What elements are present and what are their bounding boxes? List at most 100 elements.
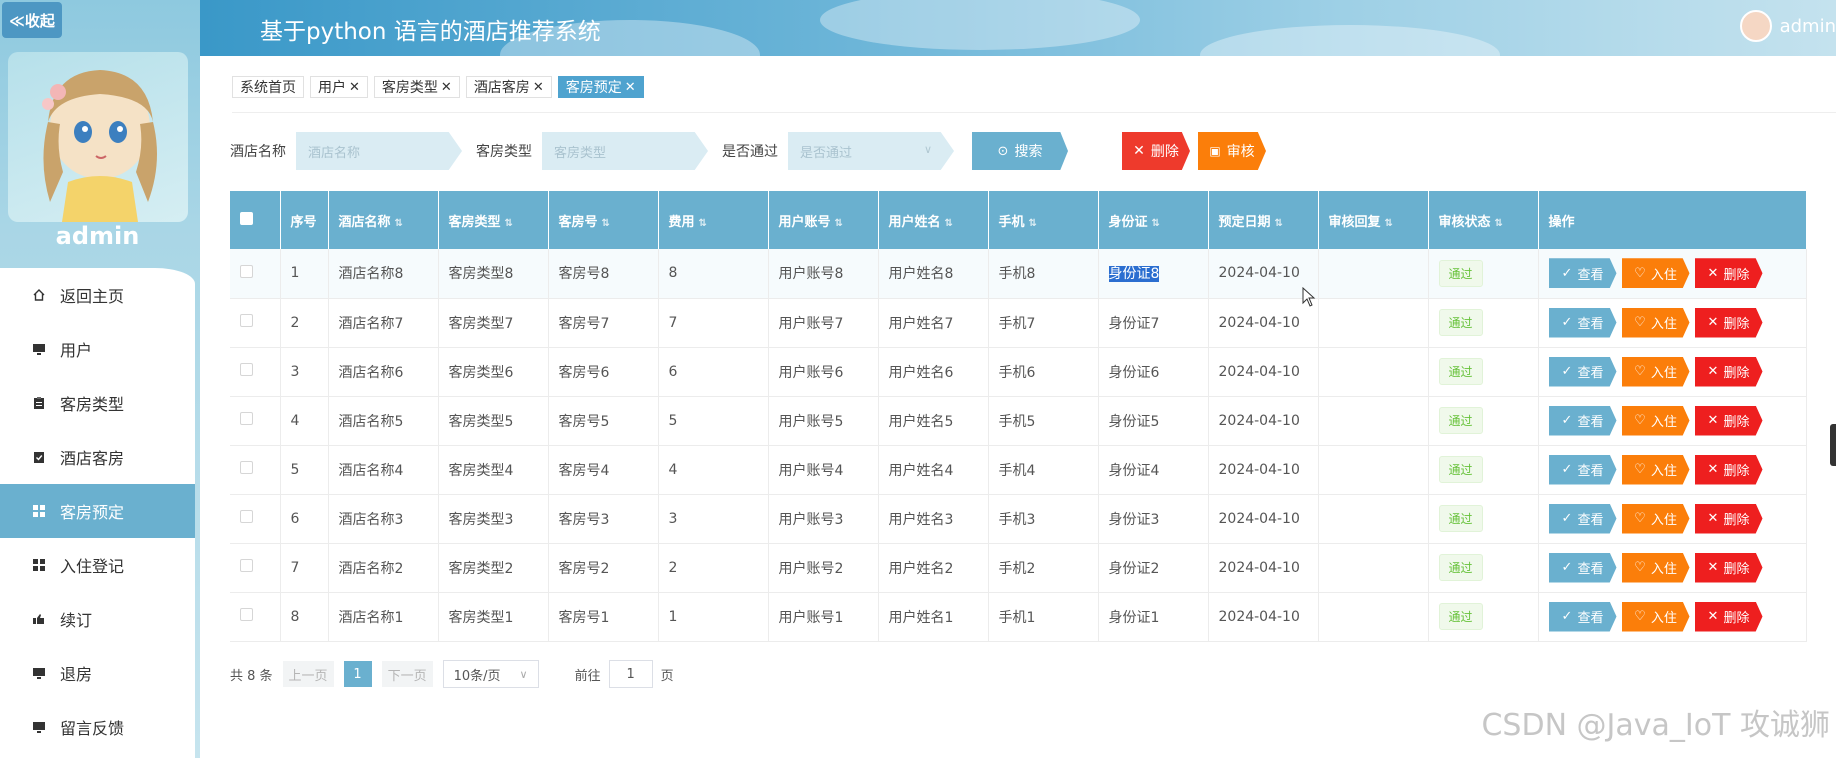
checkin-button[interactable]: ♡ 入住 <box>1621 601 1690 632</box>
checkin-button[interactable]: ♡ 入住 <box>1621 454 1690 485</box>
delete-button[interactable]: ✕ 删除 <box>1694 356 1763 387</box>
sidebar-item-checkin[interactable]: 入住登记 <box>0 538 195 592</box>
column-header[interactable]: 客房类型 ⇅ <box>438 191 549 249</box>
column-header[interactable]: 酒店名称 ⇅ <box>328 191 439 249</box>
column-header[interactable]: 身份证 ⇅ <box>1098 191 1209 249</box>
hotel-name-input[interactable]: 酒店名称 <box>296 132 462 170</box>
column-header[interactable]: 客房号 ⇅ <box>548 191 659 249</box>
table-row[interactable]: 2 酒店名称7 客房类型7 客房号7 7 用户账号7 用户姓名7 手机7 身份证7 2024-04… <box>230 298 1807 348</box>
row-select-cell[interactable] <box>230 445 281 495</box>
close-icon[interactable]: ✕ <box>349 80 360 95</box>
row-select-cell[interactable] <box>230 298 281 348</box>
row-select-cell[interactable] <box>230 347 281 397</box>
delete-button[interactable]: ✕ 删除 <box>1694 503 1763 534</box>
sort-icon[interactable]: ⇅ <box>1495 218 1503 229</box>
row-select-cell[interactable] <box>230 592 281 642</box>
sidebar-item-home[interactable]: 返回主页 <box>0 268 195 322</box>
table-row[interactable]: 8 酒店名称1 客房类型1 客房号1 1 用户账号1 用户姓名1 手机1 身份证1 2024-04… <box>230 592 1807 642</box>
next-page-button[interactable]: 下一页 <box>381 661 433 687</box>
checkin-button[interactable]: ♡ 入住 <box>1621 307 1690 338</box>
checkin-button[interactable]: ♡ 入住 <box>1621 552 1690 583</box>
tab-hotel-room[interactable]: 酒店客房 ✕ <box>465 76 552 98</box>
column-header[interactable]: 用户账号 ⇅ <box>768 191 879 249</box>
row-select-cell[interactable] <box>230 249 281 299</box>
sort-icon[interactable]: ⇅ <box>699 218 707 229</box>
sort-icon[interactable]: ⇅ <box>945 218 953 229</box>
view-button[interactable]: ✓ 查看 <box>1548 258 1617 289</box>
select-all-cell[interactable] <box>230 191 281 249</box>
search-button[interactable]: ⊙ 搜索 <box>972 132 1068 170</box>
sort-icon[interactable]: ⇅ <box>395 218 403 229</box>
table-row[interactable]: 6 酒店名称3 客房类型3 客房号3 3 用户账号3 用户姓名3 手机3 身份证3 2024-04… <box>230 494 1807 544</box>
view-button[interactable]: ✓ 查看 <box>1548 552 1617 583</box>
row-select-cell[interactable] <box>230 494 281 544</box>
row-select-cell[interactable] <box>230 543 281 593</box>
tab-home[interactable]: 系统首页 <box>232 76 304 98</box>
table-row[interactable]: 5 酒店名称4 客房类型4 客房号4 4 用户账号4 用户姓名4 手机4 身份证4 2024-04… <box>230 445 1807 495</box>
row-checkbox[interactable] <box>240 314 253 327</box>
sidebar-item-room-booking[interactable]: 客房预定 <box>0 484 195 538</box>
checkin-button[interactable]: ♡ 入住 <box>1621 356 1690 387</box>
sidebar-item-checkout[interactable]: 退房 <box>0 646 195 700</box>
passed-select[interactable]: 是否通过 ∨ <box>788 132 954 170</box>
row-checkbox[interactable] <box>240 363 253 376</box>
column-header[interactable]: 审核回复 ⇅ <box>1318 191 1429 249</box>
sidebar-item-feedback[interactable]: 留言反馈 <box>0 700 195 754</box>
close-icon[interactable]: ✕ <box>441 80 452 95</box>
tab-room-booking[interactable]: 客房预定 ✕ <box>557 76 644 98</box>
sidebar-item-user[interactable]: 用户 <box>0 322 195 376</box>
sort-icon[interactable]: ⇅ <box>835 218 843 229</box>
page-number-current[interactable]: 1 <box>343 661 372 687</box>
batch-audit-button[interactable]: ▣ 审核 <box>1198 132 1266 170</box>
table-row[interactable]: 7 酒店名称2 客房类型2 客房号2 2 用户账号2 用户姓名2 手机2 身份证2 2024-04… <box>230 543 1807 593</box>
view-button[interactable]: ✓ 查看 <box>1548 405 1617 436</box>
batch-delete-button[interactable]: ✕ 删除 <box>1122 132 1190 170</box>
row-checkbox[interactable] <box>240 559 253 572</box>
sidebar-item-hotel-room[interactable]: 酒店客房 <box>0 430 195 484</box>
row-checkbox[interactable] <box>240 510 253 523</box>
sidebar-item-renew[interactable]: 续订 <box>0 592 195 646</box>
view-button[interactable]: ✓ 查看 <box>1548 307 1617 338</box>
sort-icon[interactable]: ⇅ <box>1029 218 1037 229</box>
delete-button[interactable]: ✕ 删除 <box>1694 258 1763 289</box>
column-header[interactable]: 审核状态 ⇅ <box>1428 191 1539 249</box>
sort-icon[interactable]: ⇅ <box>505 218 513 229</box>
checkin-button[interactable]: ♡ 入住 <box>1621 503 1690 534</box>
sort-icon[interactable]: ⇅ <box>1275 218 1283 229</box>
checkin-button[interactable]: ♡ 入住 <box>1621 405 1690 436</box>
table-row[interactable]: 4 酒店名称5 客房类型5 客房号5 5 用户账号5 用户姓名5 手机5 身份证5 2024-04… <box>230 396 1807 446</box>
table-row[interactable]: 3 酒店名称6 客房类型6 客房号6 6 用户账号6 用户姓名6 手机6 身份证6 2024-04… <box>230 347 1807 397</box>
column-header[interactable]: 费用 ⇅ <box>658 191 769 249</box>
sort-icon[interactable]: ⇅ <box>602 218 610 229</box>
header-user-menu[interactable]: admin <box>1739 10 1836 42</box>
select-all-checkbox[interactable] <box>240 211 253 225</box>
row-checkbox[interactable] <box>240 264 253 278</box>
page-size-select[interactable]: 10条/页 ∨ <box>442 660 539 688</box>
close-icon[interactable]: ✕ <box>625 80 636 95</box>
column-header[interactable]: 手机 ⇅ <box>988 191 1099 249</box>
close-icon[interactable]: ✕ <box>533 80 544 95</box>
sidebar-item-room-type[interactable]: 客房类型 <box>0 376 195 430</box>
prev-page-button[interactable]: 上一页 <box>282 661 334 687</box>
row-select-cell[interactable] <box>230 396 281 446</box>
row-checkbox[interactable] <box>240 412 253 425</box>
row-checkbox[interactable] <box>240 608 253 621</box>
view-button[interactable]: ✓ 查看 <box>1548 601 1617 632</box>
tab-room-type[interactable]: 客房类型 ✕ <box>373 76 460 98</box>
delete-button[interactable]: ✕ 删除 <box>1694 601 1763 632</box>
delete-button[interactable]: ✕ 删除 <box>1694 454 1763 485</box>
view-button[interactable]: ✓ 查看 <box>1548 356 1617 387</box>
delete-button[interactable]: ✕ 删除 <box>1694 405 1763 436</box>
column-header[interactable]: 用户姓名 ⇅ <box>878 191 989 249</box>
tab-user[interactable]: 用户 ✕ <box>310 76 368 98</box>
delete-button[interactable]: ✕ 删除 <box>1694 552 1763 583</box>
sort-icon[interactable]: ⇅ <box>1152 218 1160 229</box>
view-button[interactable]: ✓ 查看 <box>1548 503 1617 534</box>
sort-icon[interactable]: ⇅ <box>1385 218 1393 229</box>
table-row[interactable]: 1 酒店名称8 客房类型8 客房号8 8 用户账号8 用户姓名8 手机8 身份证8 2024-04… <box>230 249 1807 299</box>
column-header[interactable]: 预定日期 ⇅ <box>1208 191 1319 249</box>
scroll-handle[interactable] <box>1830 424 1836 466</box>
room-type-input[interactable]: 客房类型 <box>542 132 708 170</box>
delete-button[interactable]: ✕ 删除 <box>1694 307 1763 338</box>
collapse-sidebar-button[interactable]: ≪收起 <box>2 2 62 38</box>
